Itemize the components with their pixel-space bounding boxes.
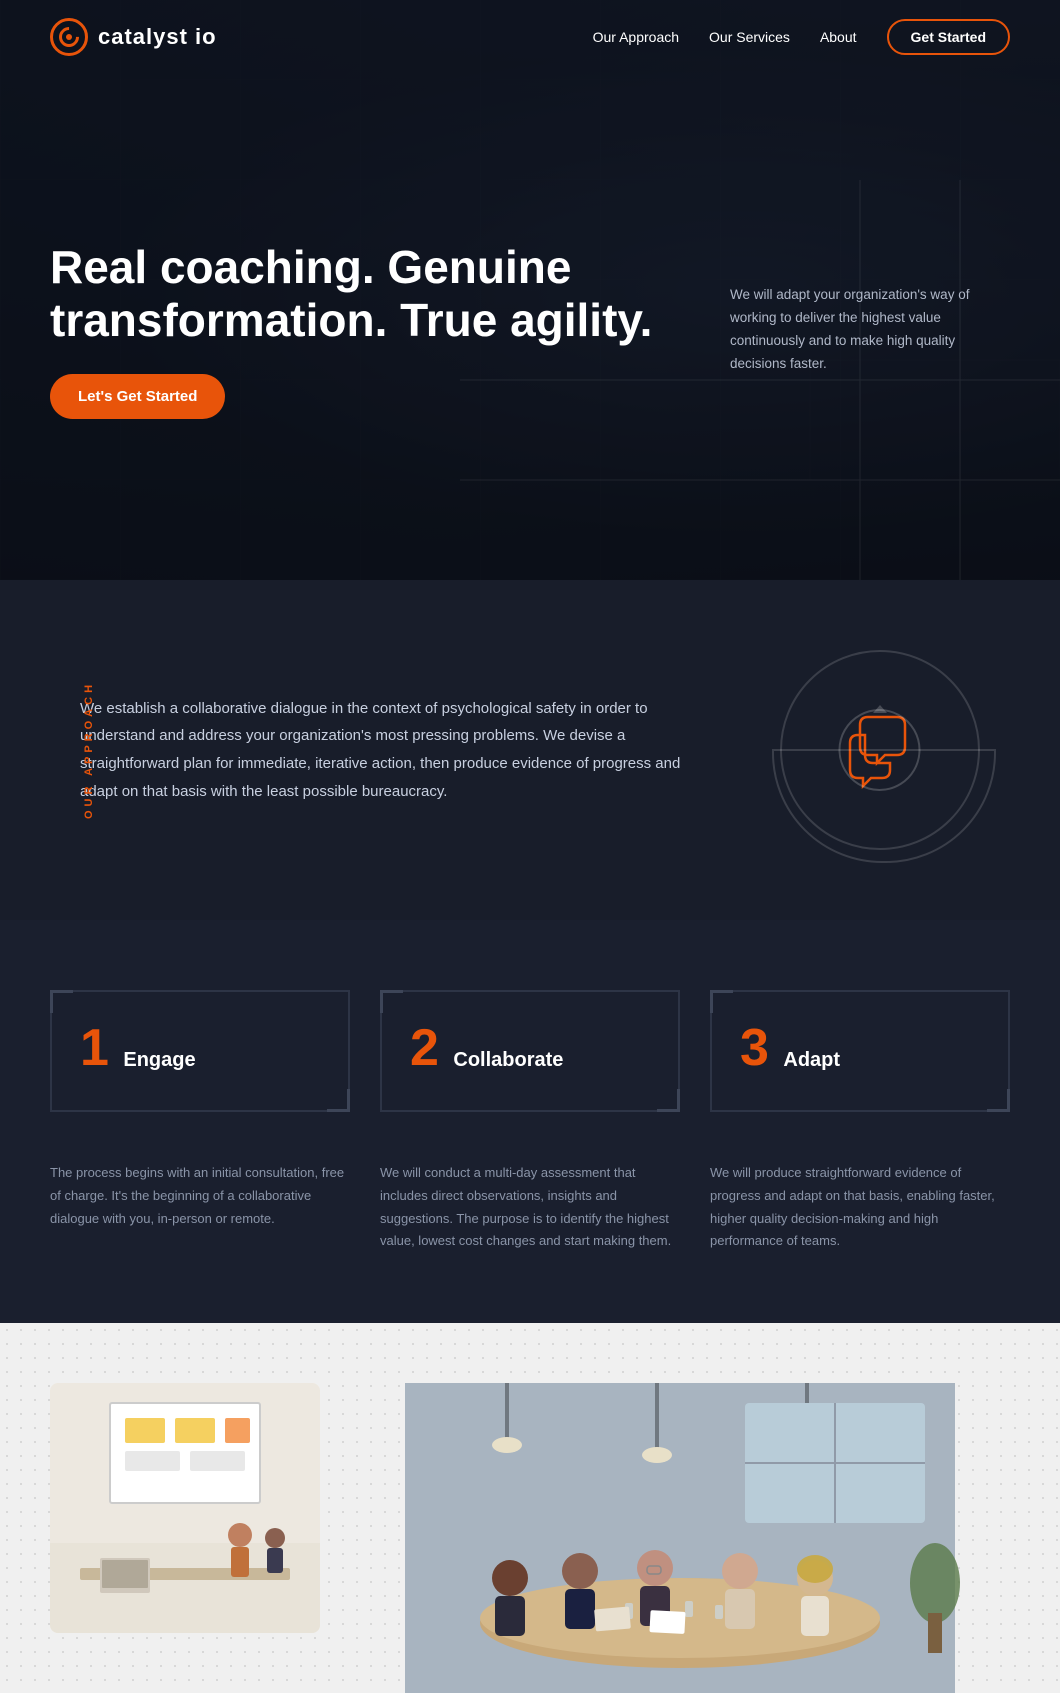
- step-desc-3: We will produce straightforward evidence…: [710, 1162, 1010, 1253]
- step-number-1: 1: [80, 1022, 109, 1074]
- step-card-2: 2 Collaborate: [380, 990, 680, 1112]
- steps-grid: 1 Engage 2 Collaborate 3 Adapt: [50, 990, 1010, 1112]
- photos-container: [50, 1383, 1010, 1693]
- hero-cta-button[interactable]: Let's Get Started: [50, 374, 225, 419]
- chat-icon: [835, 705, 925, 795]
- navbar: catalyst io Our Approach Our Services Ab…: [0, 0, 1060, 74]
- hero-content: Real coaching. Genuine transformation. T…: [0, 161, 1060, 420]
- logo[interactable]: catalyst io: [50, 18, 217, 56]
- hero-left: Real coaching. Genuine transformation. T…: [50, 241, 690, 420]
- conference-scene-svg: [350, 1383, 1010, 1693]
- approach-label: OUR APPROACH: [83, 681, 95, 819]
- logo-svg: [61, 29, 77, 45]
- nav-link-about[interactable]: About: [820, 29, 857, 45]
- step-number-3: 3: [740, 1022, 769, 1074]
- hero-section: Real coaching. Genuine transformation. T…: [0, 0, 1060, 580]
- photos-section: [0, 1323, 1060, 1693]
- icon-circle: [780, 650, 980, 850]
- hero-title: Real coaching. Genuine transformation. T…: [50, 241, 690, 347]
- step-desc-2: We will conduct a multi-day assessment t…: [380, 1162, 680, 1253]
- nav-link-approach[interactable]: Our Approach: [593, 29, 679, 45]
- logo-icon: [50, 18, 88, 56]
- steps-descriptions: The process begins with an initial consu…: [50, 1162, 1010, 1253]
- step-card-3: 3 Adapt: [710, 990, 1010, 1112]
- approach-text: We establish a collaborative dialogue in…: [50, 695, 690, 806]
- step-title-3: Adapt: [783, 1049, 840, 1071]
- photo-whiteboard: [50, 1383, 320, 1633]
- step-card-1: 1 Engage: [50, 990, 350, 1112]
- step-title-1: Engage: [123, 1049, 195, 1071]
- approach-icon-container: [750, 650, 1010, 850]
- logo-text: catalyst io: [98, 24, 217, 50]
- steps-section: 1 Engage 2 Collaborate 3 Adapt The proce…: [0, 920, 1060, 1323]
- nav-cta-button[interactable]: Get Started: [887, 19, 1010, 55]
- step-number-2: 2: [410, 1022, 439, 1074]
- step-desc-1: The process begins with an initial consu…: [50, 1162, 350, 1253]
- step-title-2: Collaborate: [453, 1049, 563, 1071]
- hero-right: We will adapt your organization's way of…: [730, 284, 1010, 376]
- nav-links: Our Approach Our Services About Get Star…: [593, 19, 1010, 55]
- hero-description: We will adapt your organization's way of…: [730, 284, 1010, 376]
- approach-body: We establish a collaborative dialogue in…: [80, 695, 690, 806]
- photo-conference: [350, 1383, 1010, 1693]
- whiteboard-scene-svg: [50, 1383, 320, 1633]
- approach-section: OUR APPROACH We establish a collaborativ…: [0, 580, 1060, 920]
- nav-link-services[interactable]: Our Services: [709, 29, 790, 45]
